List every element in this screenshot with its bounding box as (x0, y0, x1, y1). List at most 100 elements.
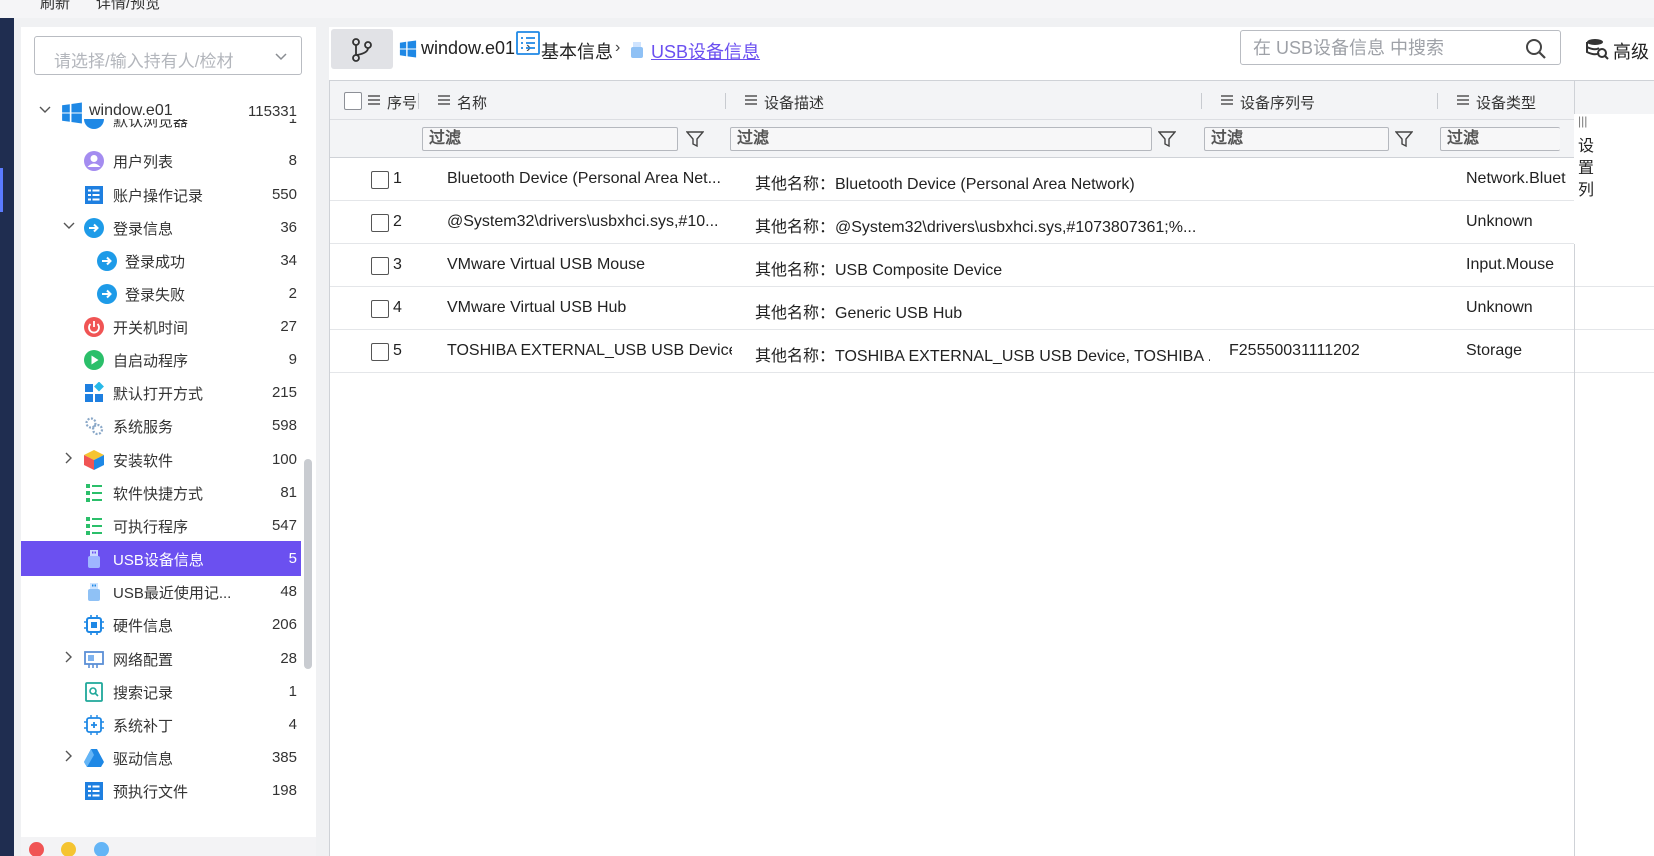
refresh-menu[interactable]: 刷新 (40, 0, 70, 13)
chevron-right-icon[interactable] (62, 650, 76, 664)
red-dot-icon[interactable] (29, 842, 44, 856)
table-row[interactable]: 4 VMware Virtual USB Hub 其他名称：Generic US… (330, 287, 1654, 330)
filter-input-serial[interactable] (1211, 129, 1376, 149)
tree-item-user-list[interactable]: 用户列表 8 (21, 143, 301, 178)
tree-count: 100 (271, 451, 297, 468)
tree-item-shortcuts[interactable]: 软件快捷方式 81 (21, 475, 301, 510)
advanced-label: 高级 (1613, 42, 1649, 62)
column-settings-tab[interactable]: ||| 设 置 列 (1574, 114, 1654, 244)
tree-list-icon (86, 517, 102, 535)
apps-grid-icon (85, 382, 104, 402)
tree-item-executables[interactable]: 可执行程序 547 (21, 508, 301, 543)
filter-input-description[interactable] (737, 129, 1115, 149)
table-row[interactable]: 2 @System32\drivers\usbxhci.sys,#10... 其… (330, 201, 1654, 244)
filter-icon[interactable] (686, 130, 704, 148)
tree-item-network-config[interactable]: 网络配置 28 (21, 641, 301, 676)
tree-item-login-info[interactable]: 登录信息 36 (21, 210, 301, 245)
tree-item-login-failure[interactable]: 登录失败 2 (21, 276, 301, 311)
advanced-search-icon (1586, 39, 1609, 60)
search-input[interactable] (1253, 36, 1513, 60)
column-menu-icon[interactable] (1457, 95, 1469, 105)
tree-item-default-open[interactable]: 默认打开方式 215 (21, 375, 301, 410)
cell-name: TOSHIBA EXTERNAL_USB USB Device (447, 342, 732, 359)
filter-input-type[interactable] (1447, 129, 1555, 149)
toolbar: window.e01 › 基本信息 › USB设备信息 高级 (329, 27, 1654, 72)
tree-item-prefetch[interactable]: 预执行文件 198 (21, 773, 301, 808)
breadcrumb-root[interactable]: window.e01 (421, 38, 515, 59)
tree-label: 自启动程序 (113, 353, 189, 370)
column-header-serial[interactable]: 设备序列号 (1211, 81, 1441, 120)
tree-item-system-patches[interactable]: 系统补丁 4 (21, 707, 301, 742)
usb-icon (631, 42, 643, 58)
owner-select[interactable]: 请选择/输入持有人/检材 (34, 36, 302, 75)
tree-item-usb-devices[interactable]: USB设备信息 5 (21, 541, 301, 576)
column-settings-char: 列 (1578, 182, 1595, 199)
column-header-name[interactable]: 名称 (428, 81, 728, 120)
list-icon (85, 782, 103, 800)
breadcrumb-current[interactable]: USB设备信息 (651, 38, 760, 64)
tree-item-search-history[interactable]: 搜索记录 1 (21, 674, 301, 709)
detail-preview-menu[interactable]: 详情/预览 (96, 0, 160, 13)
data-grid: 序号 名称 设备描述 设备序列号 设备类型 过滤 过滤 过滤 过滤 1 Blue… (329, 80, 1654, 856)
search-icon[interactable] (1524, 37, 1548, 61)
column-header-index[interactable]: 序号 (358, 81, 438, 120)
tree-item-installed-software[interactable]: 安装软件 100 (21, 442, 301, 477)
tree-label: 软件快捷方式 (113, 486, 204, 503)
sidebar-scrollbar[interactable] (304, 459, 312, 669)
advanced-search-button[interactable]: 高级 (1581, 33, 1654, 63)
tree-count: 385 (271, 749, 297, 766)
tree-item-drivers[interactable]: 驱动信息 385 (21, 740, 301, 775)
tree-count: 36 (280, 219, 297, 236)
table-row[interactable]: 3 VMware Virtual USB Mouse 其他名称：USB Comp… (330, 244, 1654, 287)
column-divider[interactable] (418, 93, 419, 109)
row-checkbox[interactable] (371, 343, 389, 361)
search-box (1240, 30, 1561, 65)
tree-item-hardware[interactable]: 硬件信息 206 (21, 607, 301, 642)
column-menu-icon[interactable] (745, 95, 757, 105)
branch-button[interactable] (331, 29, 393, 69)
column-menu-icon[interactable] (368, 95, 380, 105)
tree-item-usb-recent[interactable]: USB最近使用记... 48 (21, 574, 301, 609)
tree-item-login-success[interactable]: 登录成功 34 (21, 243, 301, 278)
owner-select-placeholder: 请选择/输入持有人/检材 (54, 52, 234, 71)
column-divider[interactable] (1437, 93, 1438, 109)
table-row[interactable]: 5 TOSHIBA EXTERNAL_USB USB Device 其他名称：T… (330, 330, 1654, 373)
chevron-down-icon[interactable] (62, 219, 76, 233)
cell-type: Unknown (1466, 299, 1533, 316)
row-checkbox[interactable] (371, 257, 389, 275)
column-menu-icon[interactable] (438, 95, 450, 105)
blue-dot-icon[interactable] (94, 842, 109, 856)
tree-item-autostart[interactable]: 自启动程序 9 (21, 342, 301, 377)
column-divider[interactable] (725, 93, 726, 109)
browser-icon (84, 119, 104, 129)
tree-label: 默认浏览器 (113, 119, 189, 130)
column-title: 设备序列号 (1240, 95, 1316, 112)
column-header-type[interactable]: 设备类型 (1447, 81, 1567, 120)
table-row[interactable]: 1 Bluetooth Device (Personal Area Net...… (330, 158, 1654, 201)
chevron-down-icon[interactable] (38, 103, 52, 117)
column-divider[interactable] (1201, 93, 1202, 109)
chevron-right-icon[interactable] (62, 451, 76, 465)
cell-description: 其他名称：USB Composite Device (755, 262, 1003, 279)
column-menu-icon[interactable] (1221, 95, 1233, 105)
filter-icon[interactable] (1158, 130, 1176, 148)
breadcrumb-separator: › (615, 39, 621, 56)
filter-input-name[interactable] (429, 129, 658, 149)
column-title: 序号 (387, 95, 418, 112)
tree-label: 系统服务 (113, 419, 174, 436)
tree-item-account-ops[interactable]: 账户操作记录 550 (21, 177, 301, 212)
chevron-right-icon[interactable] (62, 749, 76, 763)
yellow-dot-icon[interactable] (61, 842, 76, 856)
breadcrumb-parent[interactable]: 基本信息 (541, 38, 613, 64)
tree-item-default-browser[interactable]: 默认浏览器 1 (21, 119, 301, 133)
row-checkbox[interactable] (371, 171, 389, 189)
column-header-description[interactable]: 设备描述 (735, 81, 1205, 120)
row-checkbox[interactable] (371, 214, 389, 232)
cell-description: 其他名称：Generic USB Hub (755, 305, 963, 322)
tree-item-power-time[interactable]: 开关机时间 27 (21, 309, 301, 344)
filter-icon[interactable] (1395, 130, 1413, 148)
tree-label: USB设备信息 (113, 552, 204, 569)
tree-item-system-services[interactable]: 系统服务 598 (21, 408, 301, 443)
row-checkbox[interactable] (371, 300, 389, 318)
grid-filter-row (330, 120, 1654, 158)
